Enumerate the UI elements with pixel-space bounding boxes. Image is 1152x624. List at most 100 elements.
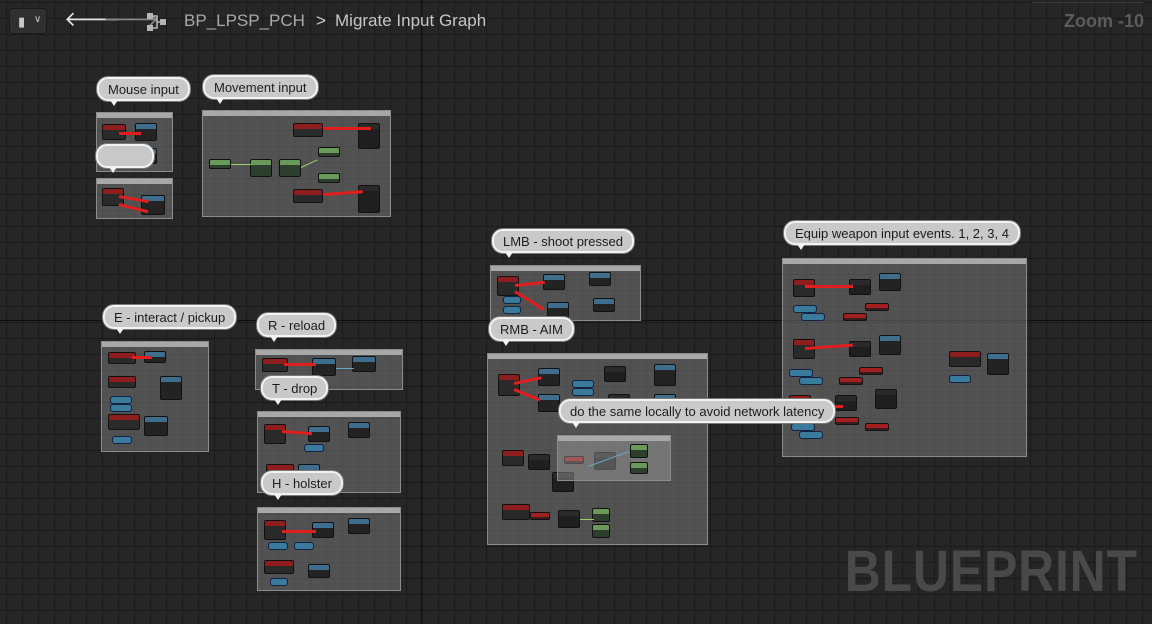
graph-node[interactable] bbox=[654, 364, 676, 386]
comment-box-equip-weapon[interactable] bbox=[782, 258, 1027, 457]
comment-header bbox=[491, 266, 640, 271]
graph-node[interactable] bbox=[949, 351, 981, 367]
exec-wire bbox=[284, 363, 316, 366]
graph-node[interactable] bbox=[593, 298, 615, 312]
graph-node[interactable] bbox=[348, 422, 370, 438]
graph-node[interactable] bbox=[843, 313, 867, 321]
comment-bubble-holster[interactable]: H - holster bbox=[261, 471, 343, 500]
variable-node[interactable] bbox=[789, 369, 813, 377]
comment-bubble-equip-weapon[interactable]: Equip weapon input events. 1, 2, 3, 4 bbox=[784, 221, 1020, 250]
breadcrumb-blueprint[interactable]: BP_LPSP_PCH bbox=[184, 11, 305, 31]
comment-bubble-reload[interactable]: R - reload bbox=[257, 313, 337, 342]
variable-node[interactable] bbox=[572, 388, 594, 396]
exec-wire bbox=[119, 132, 141, 135]
graph-node[interactable] bbox=[543, 274, 565, 290]
blueprint-watermark: BLUEPRINT bbox=[844, 539, 1138, 604]
comment-header bbox=[558, 436, 670, 441]
graph-node[interactable] bbox=[528, 454, 550, 470]
graph-node[interactable] bbox=[538, 394, 560, 412]
graph-node[interactable] bbox=[592, 508, 610, 522]
graph-node[interactable] bbox=[293, 123, 323, 137]
graph-node[interactable] bbox=[987, 353, 1009, 375]
graph-node[interactable] bbox=[318, 147, 340, 157]
exec-wire bbox=[323, 127, 371, 130]
graph-node[interactable] bbox=[547, 302, 569, 318]
graph-node[interactable] bbox=[793, 279, 815, 297]
graph-node[interactable] bbox=[144, 416, 168, 436]
graph-toolbar: ▮ ∨ 🡐 🡒 BP_LPSP_PCH > Migrate Input Grap… bbox=[0, 0, 1152, 42]
graph-node[interactable] bbox=[352, 356, 376, 372]
graph-node[interactable] bbox=[250, 159, 272, 177]
variable-node[interactable] bbox=[572, 380, 594, 388]
variable-node[interactable] bbox=[791, 423, 815, 431]
graph-node[interactable] bbox=[589, 272, 611, 286]
graph-node[interactable] bbox=[502, 450, 524, 466]
graph-node[interactable] bbox=[108, 414, 140, 430]
comment-bubble-drop[interactable]: T - drop bbox=[261, 376, 329, 405]
variable-node[interactable] bbox=[110, 396, 132, 404]
variable-node[interactable] bbox=[799, 431, 823, 439]
graph-node[interactable] bbox=[264, 560, 294, 574]
comment-bubble-movement-input[interactable]: Movement input bbox=[203, 75, 318, 104]
variable-node[interactable] bbox=[268, 542, 288, 550]
variable-node[interactable] bbox=[110, 404, 132, 412]
data-wire bbox=[336, 368, 354, 369]
comment-bubble-small[interactable] bbox=[96, 144, 154, 173]
variable-node[interactable] bbox=[503, 306, 521, 314]
graph-node[interactable] bbox=[209, 159, 231, 169]
graph-node[interactable] bbox=[318, 173, 340, 183]
comment-bubble-lmb-shoot[interactable]: LMB - shoot pressed bbox=[492, 229, 634, 258]
graph-node[interactable] bbox=[865, 303, 889, 311]
graph-node[interactable] bbox=[348, 518, 370, 534]
comment-box-lmb-shoot[interactable] bbox=[490, 265, 641, 321]
graph-node[interactable] bbox=[630, 462, 648, 474]
comment-label: E - interact / pickup bbox=[114, 310, 226, 325]
graph-node[interactable] bbox=[875, 389, 897, 409]
graph-node[interactable] bbox=[264, 424, 286, 444]
comment-box-interact[interactable] bbox=[101, 341, 209, 452]
variable-node[interactable] bbox=[799, 377, 823, 385]
comment-box-holster[interactable] bbox=[257, 507, 401, 591]
comment-box-mouse-input-2[interactable] bbox=[96, 178, 173, 219]
comment-box-movement-input[interactable] bbox=[202, 110, 391, 217]
variable-node[interactable] bbox=[294, 542, 314, 550]
graph-node[interactable] bbox=[530, 512, 550, 520]
graph-node[interactable] bbox=[312, 358, 336, 376]
graph-node[interactable] bbox=[592, 524, 610, 538]
graph-node[interactable] bbox=[358, 185, 380, 213]
graph-node[interactable] bbox=[865, 423, 889, 431]
variable-node[interactable] bbox=[503, 296, 521, 304]
graph-node[interactable] bbox=[835, 417, 859, 425]
graph-node[interactable] bbox=[279, 159, 301, 177]
comment-bubble-local-latency[interactable]: do the same locally to avoid network lat… bbox=[559, 399, 836, 428]
variable-node[interactable] bbox=[949, 375, 971, 383]
graph-node[interactable] bbox=[879, 273, 901, 291]
graph-node[interactable] bbox=[839, 377, 863, 385]
variable-node[interactable] bbox=[304, 444, 324, 452]
comment-bubble-rmb-aim[interactable]: RMB - AIM bbox=[489, 317, 574, 346]
data-wire bbox=[300, 159, 318, 168]
zoom-level: Zoom -10 bbox=[1063, 11, 1144, 31]
comment-header bbox=[97, 113, 172, 118]
graph-node[interactable] bbox=[308, 564, 330, 578]
graph-node[interactable] bbox=[879, 335, 901, 355]
graph-node[interactable] bbox=[558, 510, 580, 528]
graph-node[interactable] bbox=[630, 444, 648, 458]
comment-box-local-latency[interactable] bbox=[557, 435, 671, 481]
comment-bubble-interact[interactable]: E - interact / pickup bbox=[103, 305, 237, 334]
variable-node[interactable] bbox=[270, 578, 288, 586]
variable-node[interactable] bbox=[793, 305, 817, 313]
graph-node[interactable] bbox=[108, 376, 136, 388]
graph-node[interactable] bbox=[859, 367, 883, 375]
graph-node[interactable] bbox=[835, 395, 857, 411]
bookmark-button[interactable]: ▮ ∨ bbox=[9, 8, 47, 34]
graph-node[interactable] bbox=[293, 189, 323, 203]
graph-node[interactable] bbox=[502, 504, 530, 520]
variable-node[interactable] bbox=[801, 313, 825, 321]
graph-node[interactable] bbox=[604, 366, 626, 382]
graph-node[interactable] bbox=[498, 374, 520, 396]
graph-hierarchy-icon bbox=[147, 13, 166, 31]
variable-node[interactable] bbox=[112, 436, 132, 444]
graph-node[interactable] bbox=[160, 376, 182, 400]
comment-bubble-mouse-input[interactable]: Mouse input bbox=[97, 77, 190, 106]
